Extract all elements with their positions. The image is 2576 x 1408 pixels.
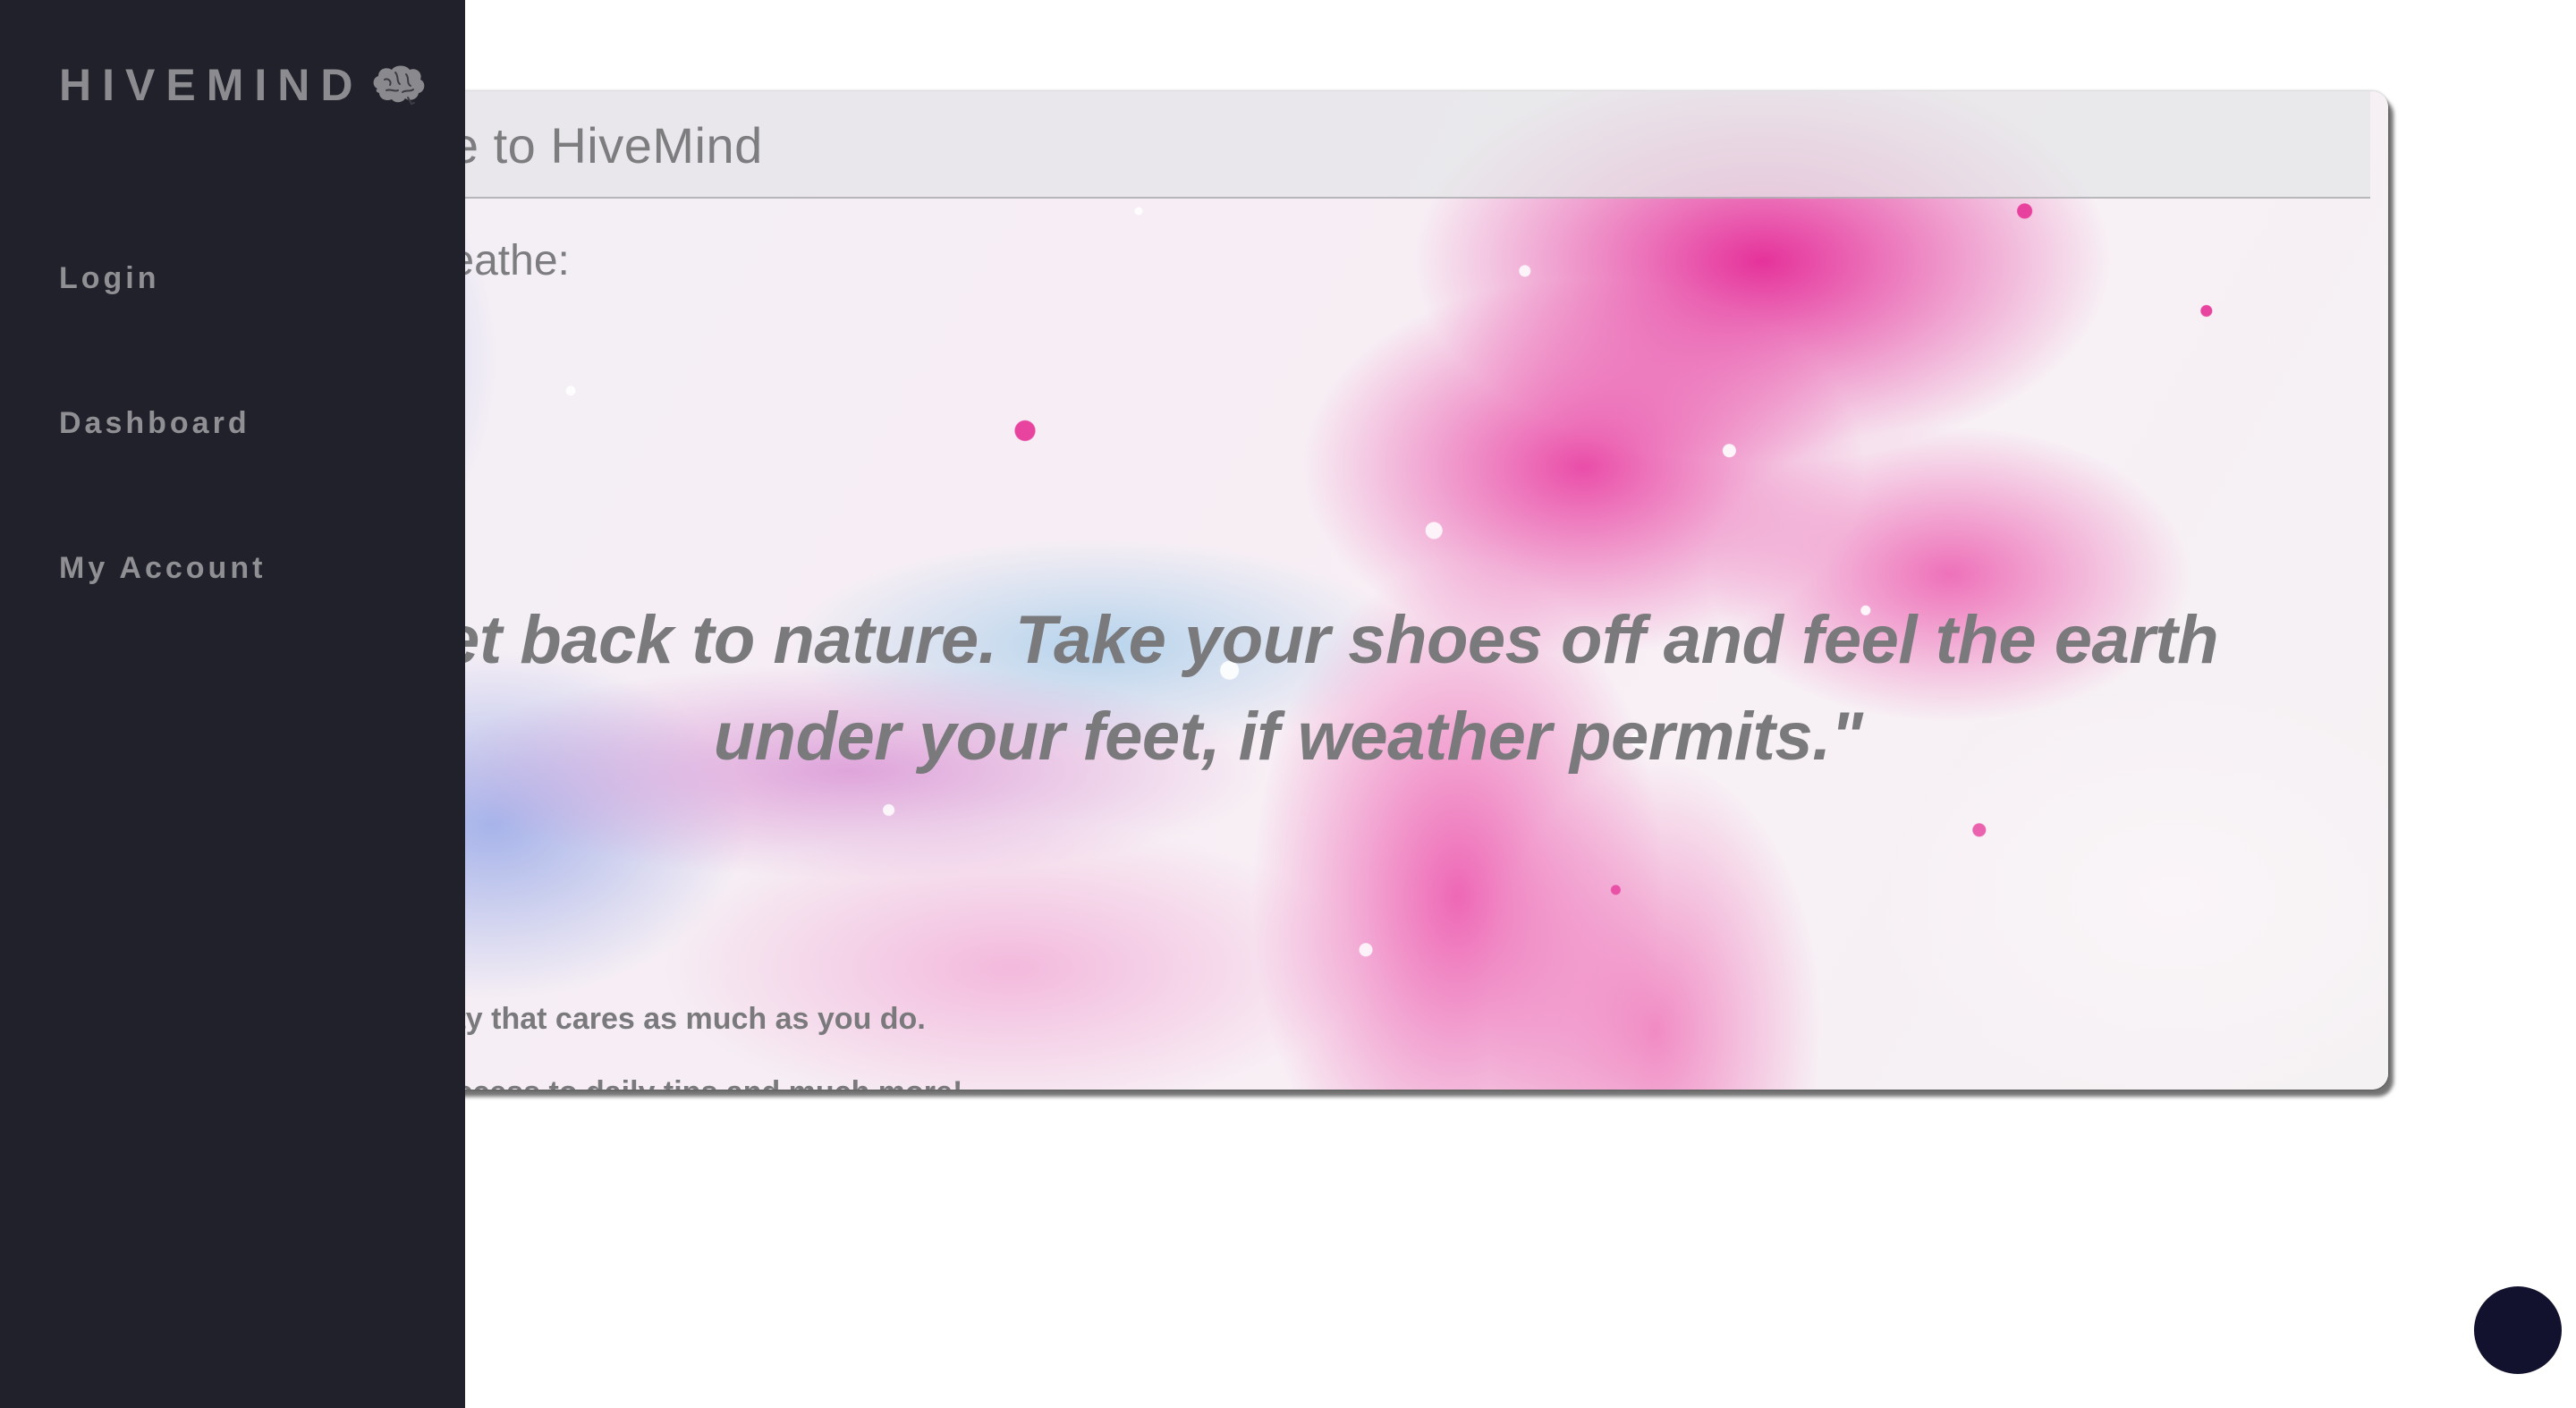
floating-action-button[interactable]: [2474, 1286, 2562, 1374]
sidebar-item-login[interactable]: Login: [59, 261, 160, 296]
sidebar: HIVEMIND Login Dashboard My Account: [0, 0, 465, 1408]
brain-icon: [369, 62, 428, 108]
brand-logo[interactable]: HIVEMIND: [59, 59, 428, 111]
sidebar-item-my-account[interactable]: My Account: [59, 551, 266, 586]
weekly-quote: "Get back to nature. Take your shoes off…: [357, 602, 2219, 775]
brand-name: HIVEMIND: [59, 60, 364, 110]
sidebar-item-dashboard[interactable]: Dashboard: [59, 406, 250, 441]
